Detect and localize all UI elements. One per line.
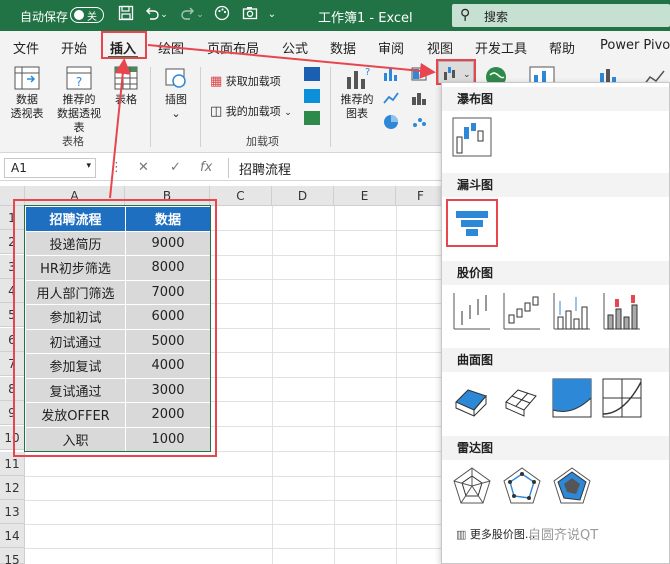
arrow-to-chart-button: [147, 44, 436, 79]
arrow-to-insert-tab: [109, 58, 131, 199]
stock-vohlc-option[interactable]: [602, 291, 642, 331]
chart-type-dropdown: 瀑布图 漏斗图 股价图 曲面图 雷达图 ▥ 更多股价图...: [441, 82, 670, 564]
surface-wireframe-contour-option[interactable]: [602, 378, 642, 418]
section-waterfall: 瀑布图: [442, 87, 669, 111]
radar-markers-option[interactable]: [502, 466, 542, 506]
more-charts-icon: ▥: [456, 528, 467, 541]
more-stock-charts-button[interactable]: ▥ 更多股价图...: [456, 526, 535, 542]
filled-radar-option[interactable]: [552, 466, 592, 506]
section-stock: 股价图: [442, 261, 669, 285]
stock-ohlc-option[interactable]: [502, 291, 542, 331]
section-funnel: 漏斗图: [442, 173, 669, 197]
surface-contour-option[interactable]: [552, 378, 592, 418]
surface-3d-option[interactable]: [452, 378, 492, 418]
surface-wireframe-option[interactable]: [502, 378, 542, 418]
radar-option[interactable]: [452, 466, 492, 506]
watermark: 自圆齐说QT: [528, 528, 599, 543]
more-stock-charts-label: 更多股价图...: [469, 528, 536, 541]
waterfall-chart-option[interactable]: [452, 117, 492, 157]
highlight-funnel-option: [446, 199, 498, 247]
section-radar: 雷达图: [442, 436, 669, 460]
stock-hlc-option[interactable]: [452, 291, 492, 331]
stock-vhlc-option[interactable]: [552, 291, 592, 331]
section-surface: 曲面图: [442, 348, 669, 372]
